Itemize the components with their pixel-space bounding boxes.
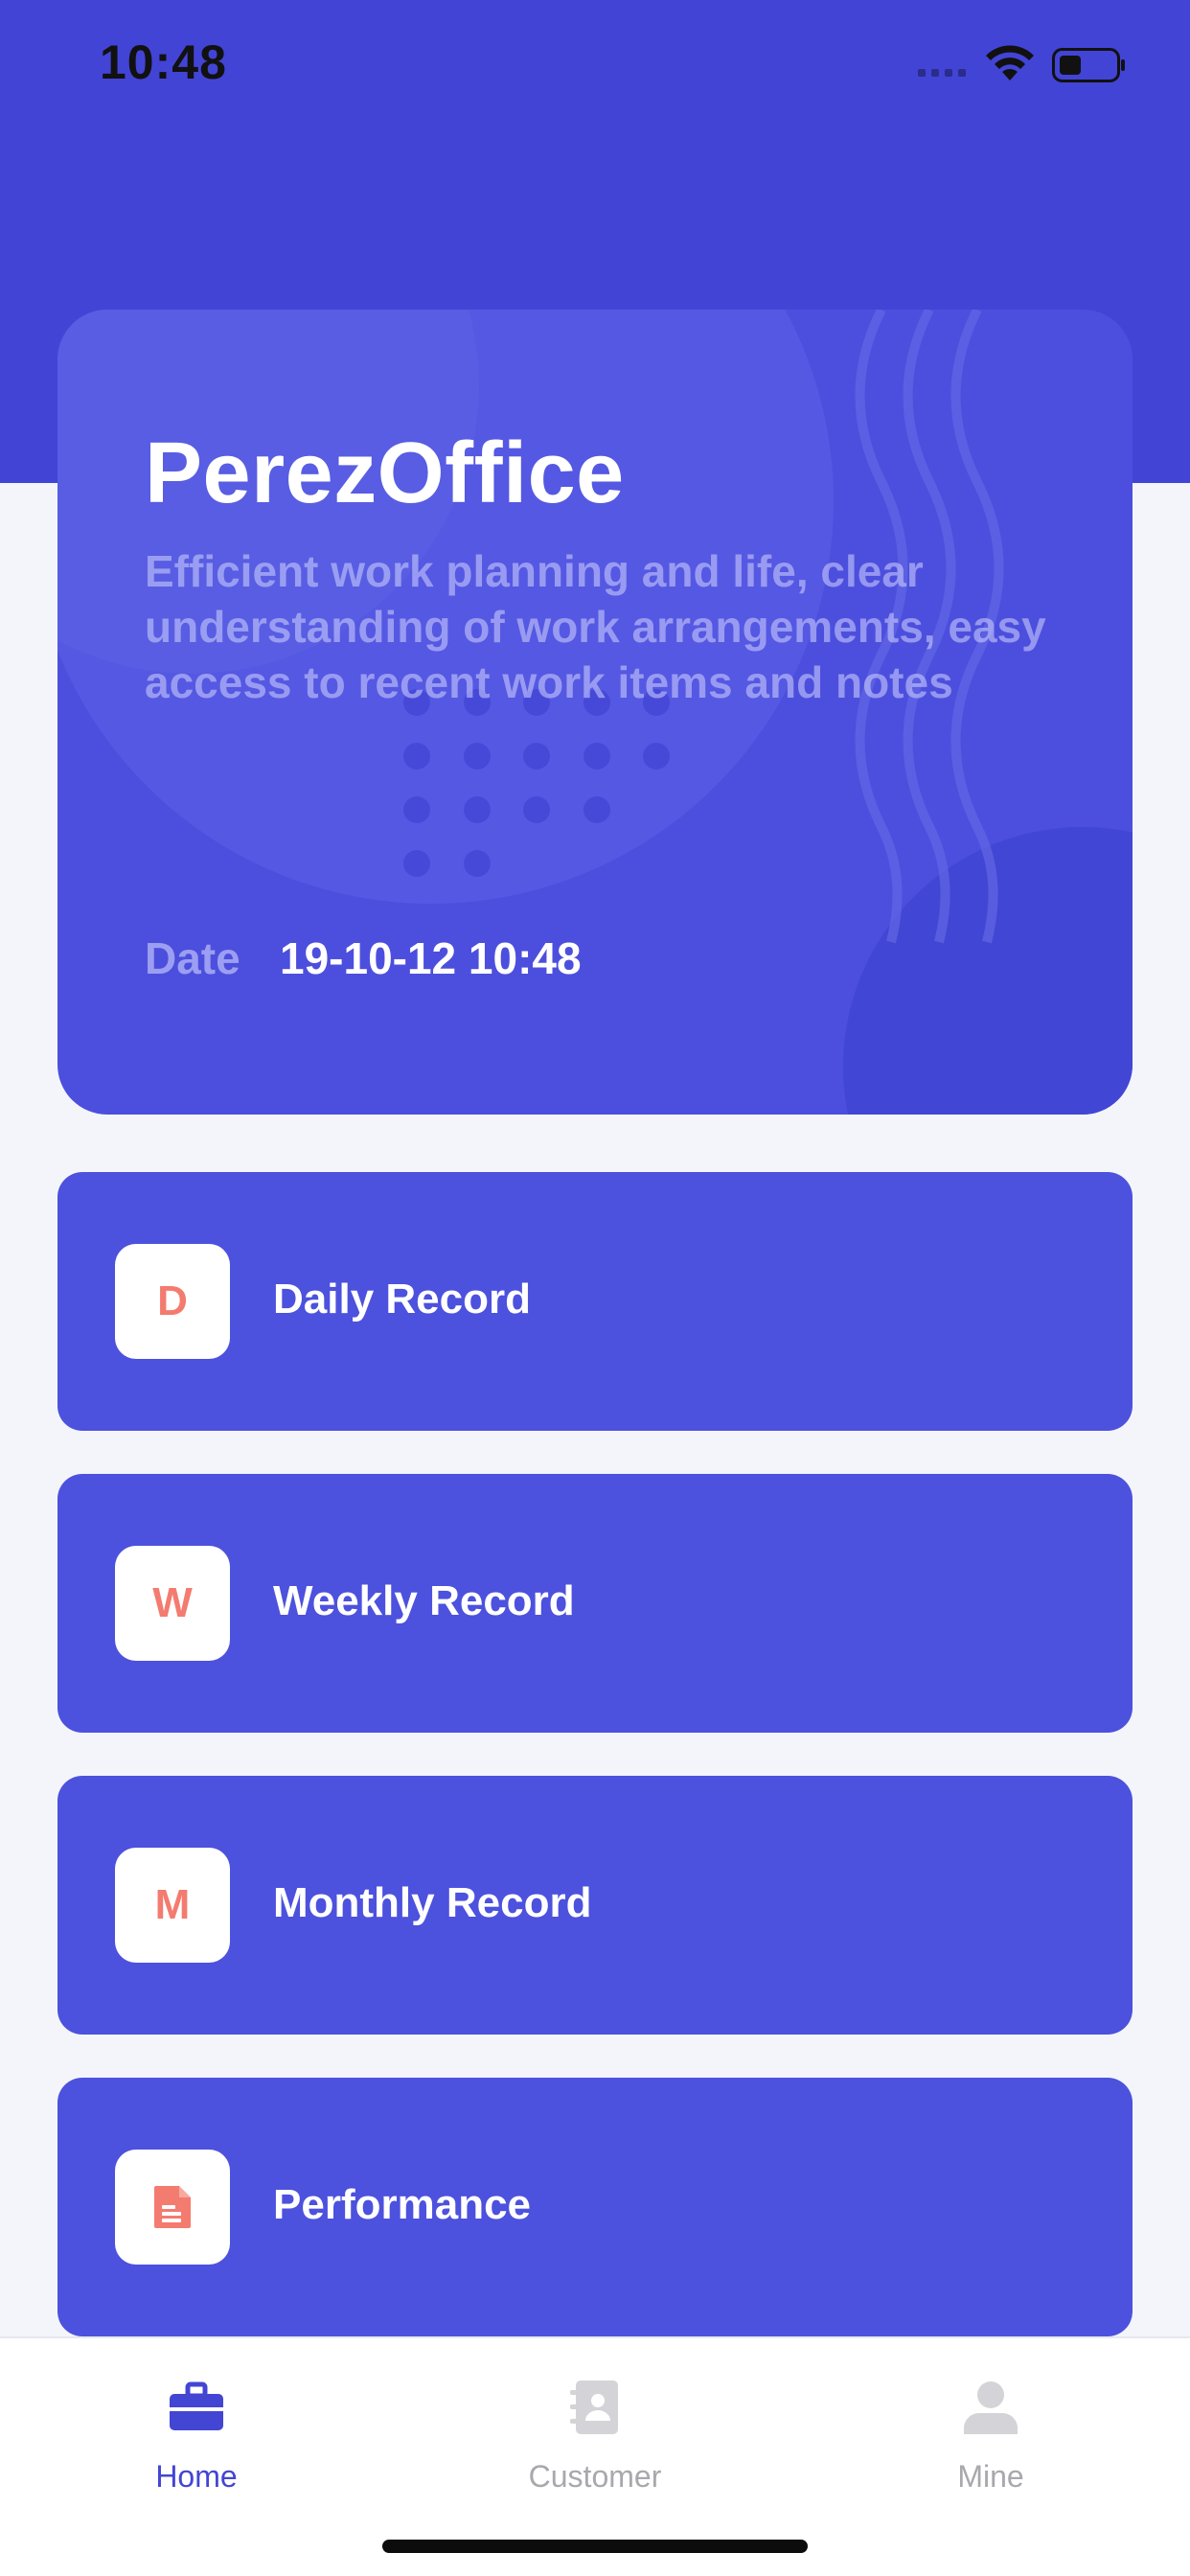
weekly-badge-icon: W bbox=[115, 1546, 230, 1661]
date-label: Date bbox=[145, 933, 240, 983]
daily-record-label: Daily Record bbox=[273, 1276, 531, 1322]
person-icon bbox=[964, 2381, 1018, 2434]
tab-mine[interactable]: Mine bbox=[847, 2359, 1134, 2503]
battery-icon bbox=[1052, 48, 1125, 82]
tab-customer[interactable]: Customer bbox=[451, 2359, 739, 2503]
daily-badge-icon: D bbox=[115, 1244, 230, 1359]
weekly-record-card[interactable]: W Weekly Record bbox=[57, 1474, 1133, 1733]
wifi-icon bbox=[986, 45, 1034, 80]
weekly-record-label: Weekly Record bbox=[273, 1577, 575, 1624]
tab-mine-label: Mine bbox=[957, 2459, 1024, 2494]
monthly-record-card[interactable]: M Monthly Record bbox=[57, 1776, 1133, 2035]
home-indicator[interactable] bbox=[382, 2540, 808, 2553]
monthly-badge-icon: M bbox=[115, 1848, 230, 1963]
briefcase-icon bbox=[170, 2381, 223, 2430]
performance-card[interactable]: Performance bbox=[57, 2078, 1133, 2336]
cellular-signal-icon bbox=[918, 69, 972, 79]
daily-record-card[interactable]: D Daily Record bbox=[57, 1172, 1133, 1431]
status-time: 10:48 bbox=[100, 35, 227, 89]
app-title: PerezOffice bbox=[145, 426, 625, 521]
tab-home[interactable]: Home bbox=[53, 2359, 340, 2503]
status-bar: 10:48 bbox=[0, 0, 1190, 125]
performance-label: Performance bbox=[273, 2181, 532, 2228]
tab-customer-label: Customer bbox=[528, 2459, 662, 2494]
monthly-record-label: Monthly Record bbox=[273, 1879, 592, 1926]
hero-card: PerezOffice Efficient work planning and … bbox=[57, 310, 1133, 1115]
date-value: 19-10-12 10:48 bbox=[280, 933, 582, 983]
tab-home-label: Home bbox=[155, 2459, 238, 2494]
contacts-book-icon bbox=[570, 2380, 618, 2434]
app-description: Efficient work planning and life, clear … bbox=[145, 546, 1046, 707]
document-icon bbox=[115, 2150, 230, 2265]
